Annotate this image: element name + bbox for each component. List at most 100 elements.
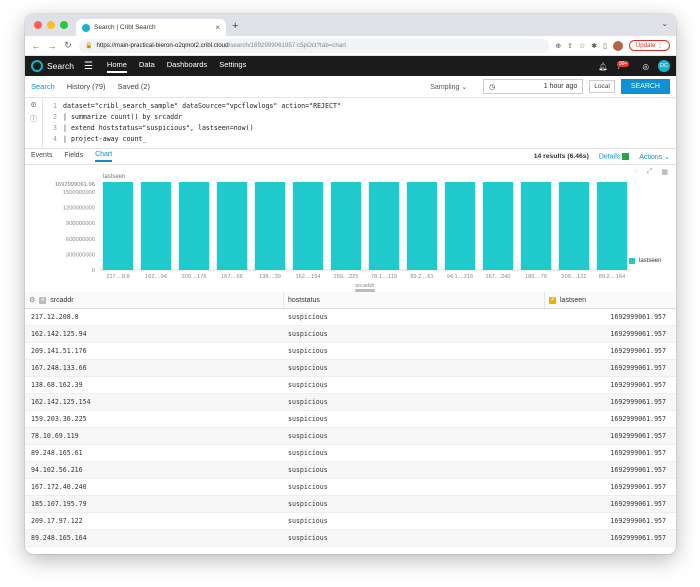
tab-events[interactable]: Events	[31, 152, 52, 161]
code-text: | extend hoststatus="suspicious", lastse…	[63, 123, 254, 132]
table-cell-srcaddr: 167.172.40.240	[31, 483, 87, 491]
reload-icon[interactable]: ↻	[63, 40, 73, 51]
bar-chart: lastseen 1692999061.96 1500000000 120000000…	[55, 174, 631, 292]
sidepanel-icon[interactable]: ▯	[603, 42, 607, 50]
column-header-hoststatus[interactable]: hoststatus	[284, 292, 545, 308]
search-button[interactable]: SEARCH	[620, 79, 670, 94]
profile-avatar[interactable]	[612, 40, 623, 51]
column-header-lastseen[interactable]: # lastseen	[545, 292, 676, 308]
cribl-logo-icon[interactable]	[31, 60, 43, 72]
chart-settings-icon[interactable]: ◌	[634, 168, 638, 176]
table-row[interactable]: 167.248.133.66 suspicious 1692999061.957	[25, 360, 676, 377]
hamburger-menu-icon[interactable]: ☰	[84, 61, 93, 72]
chart-type-icon[interactable]: ▦	[661, 168, 668, 176]
table-row[interactable]: 209.141.51.176 suspicious 1692999061.957	[25, 343, 676, 360]
new-tab-icon[interactable]: +	[232, 20, 238, 32]
chart-bar	[482, 182, 514, 270]
app-header-right: 🔔︎ ?99+ ◎ DC	[598, 60, 670, 72]
table-row[interactable]: 209.17.97.122 suspicious 1692999061.957	[25, 513, 676, 530]
share-icon[interactable]: ⇪	[567, 42, 573, 50]
line-number: 4	[53, 134, 57, 143]
sampling-dropdown[interactable]: Sampling ⌄	[430, 83, 467, 91]
table-row[interactable]: 162.142.125.154 suspicious 1692999061.957	[25, 394, 676, 411]
x-axis-label: srcaddr	[355, 283, 374, 289]
table-row[interactable]: 89.248.165.61 suspicious 1692999061.957	[25, 445, 676, 462]
chart-bar	[596, 182, 628, 270]
time-range-picker[interactable]: ◷ 1 hour ago	[483, 79, 584, 94]
globe-icon[interactable]: ◎	[642, 62, 649, 71]
x-tick-label: 94.1....216	[447, 274, 473, 280]
tab-saved[interactable]: Saved (2)	[118, 82, 151, 91]
y-tick-label: 1500000000	[63, 190, 95, 196]
table-cell-hoststatus: suspicious	[288, 432, 328, 440]
table-row[interactable]: 138.68.162.39 suspicious 1692999061.957	[25, 377, 676, 394]
x-tick-label: 89.2....164	[599, 274, 625, 280]
table-cell-hoststatus: suspicious	[288, 398, 328, 406]
extensions-icon[interactable]: ✱	[591, 42, 597, 50]
chart-collapse-handle	[355, 289, 375, 292]
close-tab-icon[interactable]: ×	[215, 23, 220, 32]
details-status-icon	[622, 152, 630, 160]
table-row[interactable]: 167.172.40.240 suspicious 1692999061.957	[25, 479, 676, 496]
table-cell-srcaddr: 89.248.165.164	[31, 534, 87, 542]
x-tick-label: 167....66	[221, 274, 243, 280]
nav-settings[interactable]: Settings	[219, 60, 246, 73]
maximize-window-icon[interactable]	[60, 21, 68, 29]
notification-bell-icon[interactable]: 🔔︎	[598, 62, 608, 71]
back-icon[interactable]: ←	[31, 41, 41, 51]
table-cell-lastseen: 1692999061.957	[610, 381, 666, 389]
table-row[interactable]: 159.203.36.225 suspicious 1692999061.957	[25, 411, 676, 428]
table-row[interactable]: 185.107.195.79 suspicious 1692999061.957	[25, 496, 676, 513]
table-cell-srcaddr: 78.10.69.119	[31, 432, 79, 440]
app-name: Search	[47, 61, 74, 71]
help-icon[interactable]: ?99+	[617, 60, 634, 71]
chart-bar	[520, 182, 552, 270]
table-row[interactable]: 162.142.125.94 suspicious 1692999061.957	[25, 326, 676, 343]
nav-home[interactable]: Home	[106, 60, 127, 73]
table-cell-lastseen: 1692999061.957	[610, 483, 666, 491]
x-tick-label: 138....39	[259, 274, 281, 280]
chart-bar	[330, 182, 362, 270]
close-window-icon[interactable]	[34, 21, 42, 29]
bookmark-star-icon[interactable]: ☆	[579, 42, 585, 50]
tab-list-chevron-icon[interactable]: ⌄	[661, 19, 668, 28]
table-cell-lastseen: 1692999061.957	[610, 313, 666, 321]
editor-help-icon[interactable]: ⓘ	[30, 114, 37, 124]
tab-fields[interactable]: Fields	[64, 152, 83, 161]
tab-chart[interactable]: Chart	[95, 151, 113, 162]
nav-data[interactable]: Data	[139, 60, 155, 73]
table-settings-gear-icon[interactable]: ⚙	[29, 296, 35, 304]
details-link[interactable]: Details	[599, 152, 630, 160]
actions-label: Actions	[639, 153, 663, 161]
app-nav: Home Data Dashboards Settings	[106, 60, 246, 73]
code-line: 1 dataset="cribl_search_sample" dataSourc…	[43, 100, 676, 111]
fullscreen-icon[interactable]: ⤢	[647, 168, 653, 176]
table-cell-lastseen: 1692999061.957	[610, 432, 666, 440]
tab-history[interactable]: History (79)	[67, 82, 106, 91]
table-row[interactable]: 217.12.208.8 suspicious 1692999061.957	[25, 309, 676, 326]
table-cell-hoststatus: suspicious	[288, 347, 328, 355]
zoom-icon[interactable]: ⊕	[555, 42, 561, 50]
table-cell-srcaddr: 94.102.56.216	[31, 466, 83, 474]
minimize-window-icon[interactable]	[47, 21, 55, 29]
table-row[interactable]: 78.10.69.119 suspicious 1692999061.957	[25, 428, 676, 445]
chart-panel: lastseen 1692999061.96 1500000000 120000000…	[25, 165, 676, 292]
forward-icon[interactable]: →	[47, 41, 57, 51]
chart-bar	[140, 182, 172, 270]
timezone-local-toggle[interactable]: Local	[589, 80, 615, 93]
column-header-srcaddr[interactable]: ⚙ a srcaddr	[25, 292, 284, 308]
actions-dropdown[interactable]: Actions ⌄	[639, 153, 670, 161]
url-input[interactable]: 🔒 https://main-practical-bieron-o2qmot2.…	[79, 38, 550, 53]
table-cell-hoststatus: suspicious	[288, 364, 328, 372]
user-avatar[interactable]: DC	[658, 60, 670, 72]
table-row[interactable]: 89.248.165.164 suspicious 1692999061.957	[25, 530, 676, 547]
query-text-area[interactable]: 1 dataset="cribl_search_sample" dataSourc…	[43, 98, 676, 148]
editor-settings-gear-icon[interactable]: ⚙	[30, 101, 36, 109]
code-text: dataset="cribl_search_sample" dataSource…	[63, 101, 341, 110]
table-row[interactable]: 94.102.56.216 suspicious 1692999061.957	[25, 462, 676, 479]
browser-tab-active[interactable]: Search | Cribl Search ×	[76, 19, 226, 36]
y-tick-label: 900000000	[66, 221, 95, 227]
nav-dashboards[interactable]: Dashboards	[167, 60, 207, 73]
update-button[interactable]: Update ⋮	[628, 40, 670, 51]
tab-search[interactable]: Search	[31, 82, 55, 91]
